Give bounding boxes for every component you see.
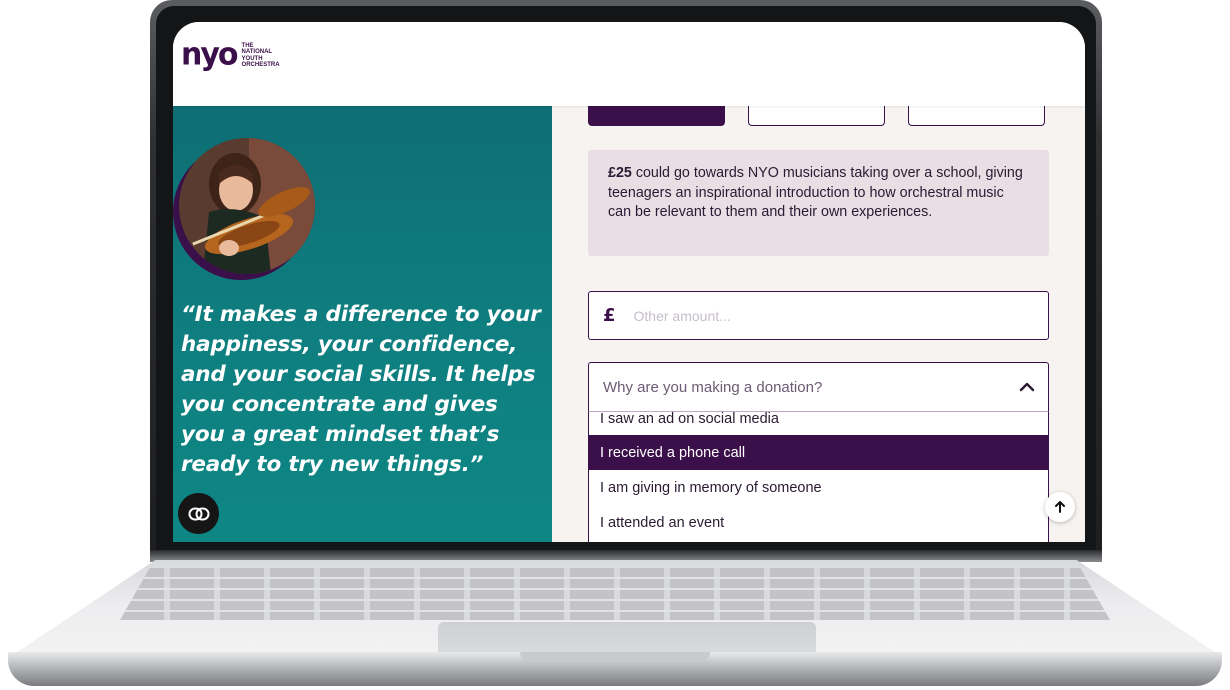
currency-symbol: £ <box>603 305 616 326</box>
reason-option[interactable]: I attended an event <box>589 506 1048 541</box>
donation-reason-options: I saw an ad on social media I received a… <box>588 412 1049 542</box>
logo-mark: nyo <box>181 36 239 73</box>
logo-line: ORCHESTRA <box>241 62 280 69</box>
amount-option-3[interactable] <box>908 106 1045 126</box>
laptop-lid-notch <box>520 652 710 662</box>
reason-option[interactable]: I saw an ad on social media <box>589 412 1048 435</box>
amount-option-2[interactable] <box>748 106 885 126</box>
impact-amount: £25 <box>608 165 632 181</box>
violinist-photo <box>179 138 315 274</box>
chat-button[interactable] <box>178 493 219 534</box>
nyo-logo[interactable]: nyo THE NATIONAL YOUTH ORCHESTRA <box>181 36 302 73</box>
scroll-to-top-button[interactable] <box>1045 492 1075 522</box>
laptop-keyboard-rows <box>120 568 1110 620</box>
chevron-up-icon <box>1019 382 1035 392</box>
reason-option-highlighted[interactable]: I received a phone call <box>589 435 1048 471</box>
other-amount-input[interactable] <box>631 306 1016 325</box>
site-header: nyo THE NATIONAL YOUTH ORCHESTRA <box>173 22 1085 106</box>
donation-reason-select[interactable]: Why are you making a donation? <box>588 362 1049 412</box>
arrow-up-icon <box>1055 501 1065 513</box>
reason-option[interactable]: I am giving in memory of someone <box>589 470 1048 505</box>
testimonial-panel: “It makes a difference to your happiness… <box>173 106 552 542</box>
donation-reason-placeholder: Why are you making a donation? <box>603 378 823 396</box>
logo-wordmark: THE NATIONAL YOUTH ORCHESTRA <box>242 43 302 69</box>
testimonial-quote: “It makes a difference to your happiness… <box>181 302 541 477</box>
chat-bubbles-icon <box>188 507 209 520</box>
violinist-illustration <box>179 138 315 274</box>
laptop-screen: nyo THE NATIONAL YOUTH ORCHESTRA “It mak… <box>173 22 1085 542</box>
amount-option-1-selected[interactable] <box>588 106 725 126</box>
other-amount-field[interactable]: £ <box>588 291 1049 340</box>
impact-text: could go towards NYO musicians taking ov… <box>608 165 1023 220</box>
donation-impact-info: £25 could go towards NYO musicians takin… <box>588 150 1049 256</box>
